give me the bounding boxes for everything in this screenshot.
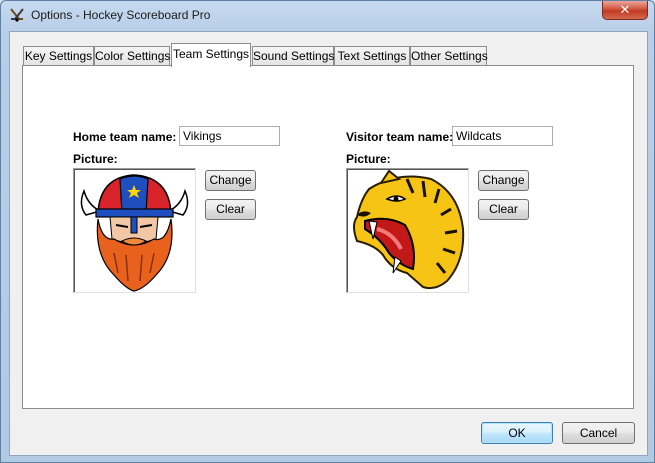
home-team-name-label: Home team name: xyxy=(73,130,177,144)
tab-sound-settings[interactable]: Sound Settings xyxy=(252,46,334,66)
team-settings-panel: Home team name: Vikings Picture: Change … xyxy=(22,65,634,409)
tab-label: Text Settings xyxy=(337,49,407,63)
cancel-button[interactable]: Cancel xyxy=(562,422,635,444)
tab-team-settings[interactable]: Team Settings xyxy=(171,43,251,67)
visitor-picture-box[interactable] xyxy=(346,168,469,293)
tab-label: Key Settings xyxy=(24,49,93,63)
options-window: Options - Hockey Scoreboard Pro ✕ Key Se… xyxy=(0,0,655,463)
close-icon: ✕ xyxy=(619,2,631,17)
tab-label: Other Settings xyxy=(411,49,488,63)
tab-key-settings[interactable]: Key Settings xyxy=(23,46,94,66)
home-picture-box[interactable] xyxy=(73,168,196,293)
visitor-change-picture-button[interactable]: Change xyxy=(478,170,529,191)
dialog-client-area: Key Settings Color Settings Team Setting… xyxy=(9,31,648,456)
home-team-name-input[interactable]: Vikings xyxy=(179,126,280,146)
hockey-sticks-icon xyxy=(9,8,25,22)
ok-button[interactable]: OK xyxy=(481,422,553,444)
visitor-team-name-input[interactable]: Wildcats xyxy=(452,126,553,146)
home-clear-picture-button[interactable]: Clear xyxy=(205,199,256,220)
tab-text-settings[interactable]: Text Settings xyxy=(334,46,410,66)
title-bar[interactable]: Options - Hockey Scoreboard Pro ✕ xyxy=(1,1,654,29)
wildcat-logo-image xyxy=(353,169,465,290)
tab-label: Sound Settings xyxy=(253,49,335,63)
tab-label: Team Settings xyxy=(172,47,250,61)
visitor-team-name-label: Visitor team name: xyxy=(346,130,454,144)
close-button[interactable]: ✕ xyxy=(602,1,648,20)
tab-color-settings[interactable]: Color Settings xyxy=(94,46,170,66)
visitor-picture-label: Picture: xyxy=(346,152,391,166)
home-change-picture-button[interactable]: Change xyxy=(205,170,256,191)
home-picture-label: Picture: xyxy=(73,152,118,166)
window-title: Options - Hockey Scoreboard Pro xyxy=(31,8,211,22)
visitor-clear-picture-button[interactable]: Clear xyxy=(478,199,529,220)
viking-logo-image xyxy=(80,174,189,292)
tab-other-settings[interactable]: Other Settings xyxy=(410,46,488,66)
tab-label: Color Settings xyxy=(95,49,171,63)
